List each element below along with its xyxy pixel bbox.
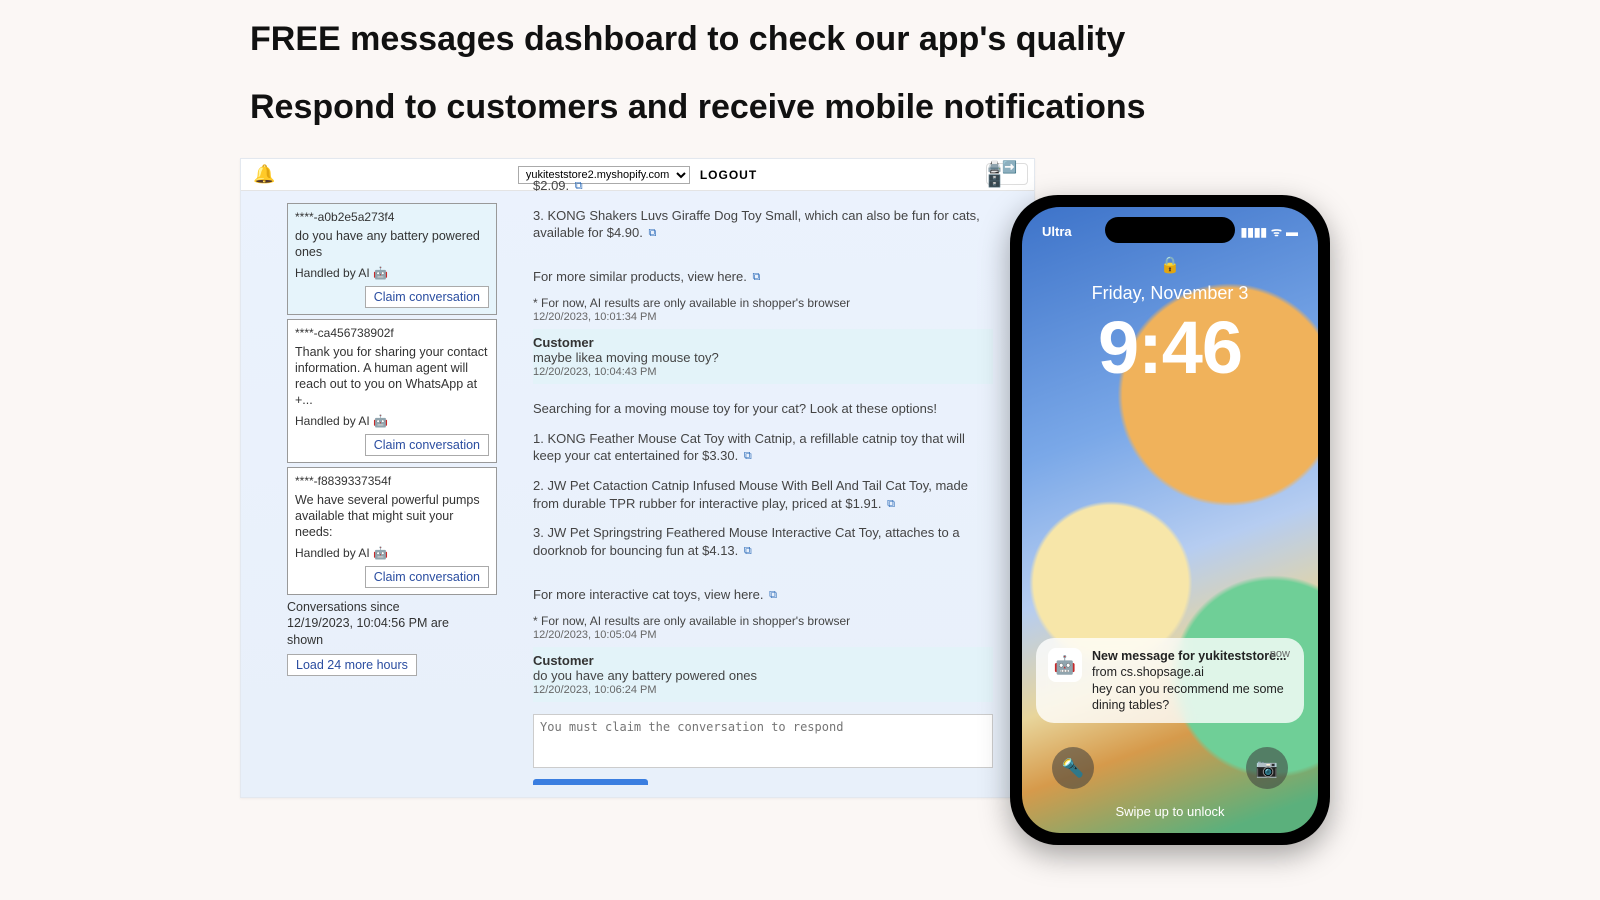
timestamp: 12/20/2023, 10:05:04 PM bbox=[533, 629, 993, 641]
customer-label: Customer bbox=[533, 335, 993, 350]
bell-icon[interactable]: 🔔 bbox=[253, 164, 275, 185]
notification-card[interactable]: 🤖 New message for yukiteststore... from … bbox=[1036, 638, 1304, 723]
external-link-icon[interactable]: ⧉ bbox=[648, 226, 656, 241]
timestamp: 12/20/2023, 10:01:34 PM bbox=[533, 311, 993, 323]
customer-text: do you have any battery powered ones bbox=[533, 668, 993, 683]
conversation-item[interactable]: ****-ca456738902f Thank you for sharing … bbox=[287, 319, 497, 463]
send-button[interactable]: Send response bbox=[533, 779, 648, 785]
ai-message: 3. KONG Shakers Luvs Giraffe Dog Toy Sma… bbox=[533, 205, 993, 244]
phone-mockup: Ultra ▮▮▮▮ ᯤ ▬ 🔒 Friday, November 3 9:46… bbox=[1010, 195, 1330, 845]
lock-icon: 🔒 bbox=[1160, 255, 1180, 275]
conversation-snippet: do you have any battery powered ones bbox=[295, 228, 489, 260]
notification-from: from cs.shopsage.ai bbox=[1092, 664, 1292, 680]
ai-message: $2.09. ⧉ bbox=[533, 175, 993, 197]
headline-2: Respond to customers and receive mobile … bbox=[250, 88, 1146, 127]
customer-message: Customer do you have any battery powered… bbox=[533, 647, 993, 702]
ai-disclaimer: * For now, AI results are only available… bbox=[533, 296, 993, 310]
notification-title: New message for yukiteststore... bbox=[1092, 648, 1292, 664]
phone-time: 9:46 bbox=[1022, 305, 1318, 390]
conversation-snippet: We have several powerful pumps available… bbox=[295, 492, 489, 540]
external-link-icon[interactable]: ⧉ bbox=[575, 179, 583, 194]
external-link-icon[interactable]: ⧉ bbox=[752, 270, 760, 285]
phone-status-bar: Ultra ▮▮▮▮ ᯤ ▬ bbox=[1022, 223, 1318, 240]
customer-label: Customer bbox=[533, 653, 993, 668]
external-link-icon[interactable]: ⧉ bbox=[769, 588, 777, 603]
customer-text: maybe likea moving mouse toy? bbox=[533, 350, 993, 365]
ai-disclaimer: * For now, AI results are only available… bbox=[533, 614, 993, 628]
wifi-icon: ᯤ bbox=[1271, 223, 1282, 240]
handled-label: Handled by AI 🤖 bbox=[295, 546, 489, 560]
message-thread: $2.09. ⧉ 3. KONG Shakers Luvs Giraffe Do… bbox=[533, 175, 993, 785]
status-icons: ▮▮▮▮ ᯤ ▬ bbox=[1241, 223, 1298, 240]
notification-body: hey can you recommend me some dining tab… bbox=[1092, 681, 1292, 714]
handled-label: Handled by AI 🤖 bbox=[295, 414, 489, 428]
battery-icon: ▬ bbox=[1286, 225, 1298, 239]
phone-date: Friday, November 3 bbox=[1022, 283, 1318, 304]
headline-1: FREE messages dashboard to check our app… bbox=[250, 20, 1125, 59]
lockscreen-shortcuts: 🔦 📷 bbox=[1022, 747, 1318, 789]
conversation-id: ****-f8839337354f bbox=[295, 474, 489, 488]
timestamp: 12/20/2023, 10:04:43 PM bbox=[533, 366, 993, 378]
signal-icon: ▮▮▮▮ bbox=[1241, 225, 1267, 239]
external-link-icon[interactable]: ⧉ bbox=[744, 544, 752, 559]
timestamp: 12/20/2023, 10:06:24 PM bbox=[533, 684, 993, 696]
claim-button[interactable]: Claim conversation bbox=[365, 286, 489, 308]
ai-message: Searching for a moving mouse toy for you… bbox=[533, 398, 993, 420]
conversation-item[interactable]: ****-a0b2e5a273f4 do you have any batter… bbox=[287, 203, 497, 315]
load-more-button[interactable]: Load 24 more hours bbox=[287, 654, 417, 676]
ai-message: 1. KONG Feather Mouse Cat Toy with Catni… bbox=[533, 428, 993, 467]
conversation-list: ****-a0b2e5a273f4 do you have any batter… bbox=[287, 203, 497, 676]
handled-label: Handled by AI 🤖 bbox=[295, 266, 489, 280]
response-input[interactable] bbox=[533, 714, 993, 768]
claim-button[interactable]: Claim conversation bbox=[365, 566, 489, 588]
conversation-snippet: Thank you for sharing your contact infor… bbox=[295, 344, 489, 408]
customer-message: Customer maybe likea moving mouse toy? 1… bbox=[533, 329, 993, 384]
ai-message: 2. JW Pet Cataction Catnip Infused Mouse… bbox=[533, 475, 993, 514]
flashlight-button[interactable]: 🔦 bbox=[1052, 747, 1094, 789]
ai-message: 3. JW Pet Springstring Feathered Mouse I… bbox=[533, 522, 993, 561]
ai-message: For more interactive cat toys, view here… bbox=[533, 584, 993, 606]
conversation-id: ****-a0b2e5a273f4 bbox=[295, 210, 489, 224]
carrier-label: Ultra bbox=[1042, 224, 1072, 239]
conversation-id: ****-ca456738902f bbox=[295, 326, 489, 340]
notification-app-icon: 🤖 bbox=[1048, 648, 1082, 682]
notification-when: now bbox=[1270, 648, 1290, 660]
swipe-up-label: Swipe up to unlock bbox=[1022, 804, 1318, 819]
external-link-icon[interactable]: ⧉ bbox=[744, 449, 752, 464]
ai-message: For more similar products, view here. ⧉ bbox=[533, 266, 993, 288]
conversation-item[interactable]: ****-f8839337354f We have several powerf… bbox=[287, 467, 497, 595]
phone-screen: Ultra ▮▮▮▮ ᯤ ▬ 🔒 Friday, November 3 9:46… bbox=[1022, 207, 1318, 833]
since-text: Conversations since 12/19/2023, 10:04:56… bbox=[287, 599, 467, 648]
claim-button[interactable]: Claim conversation bbox=[365, 434, 489, 456]
dashboard-panel: 🔔 yukiteststore2.myshopify.com LOGOUT 🖨️… bbox=[240, 158, 1035, 798]
camera-button[interactable]: 📷 bbox=[1246, 747, 1288, 789]
external-link-icon[interactable]: ⧉ bbox=[887, 497, 895, 512]
